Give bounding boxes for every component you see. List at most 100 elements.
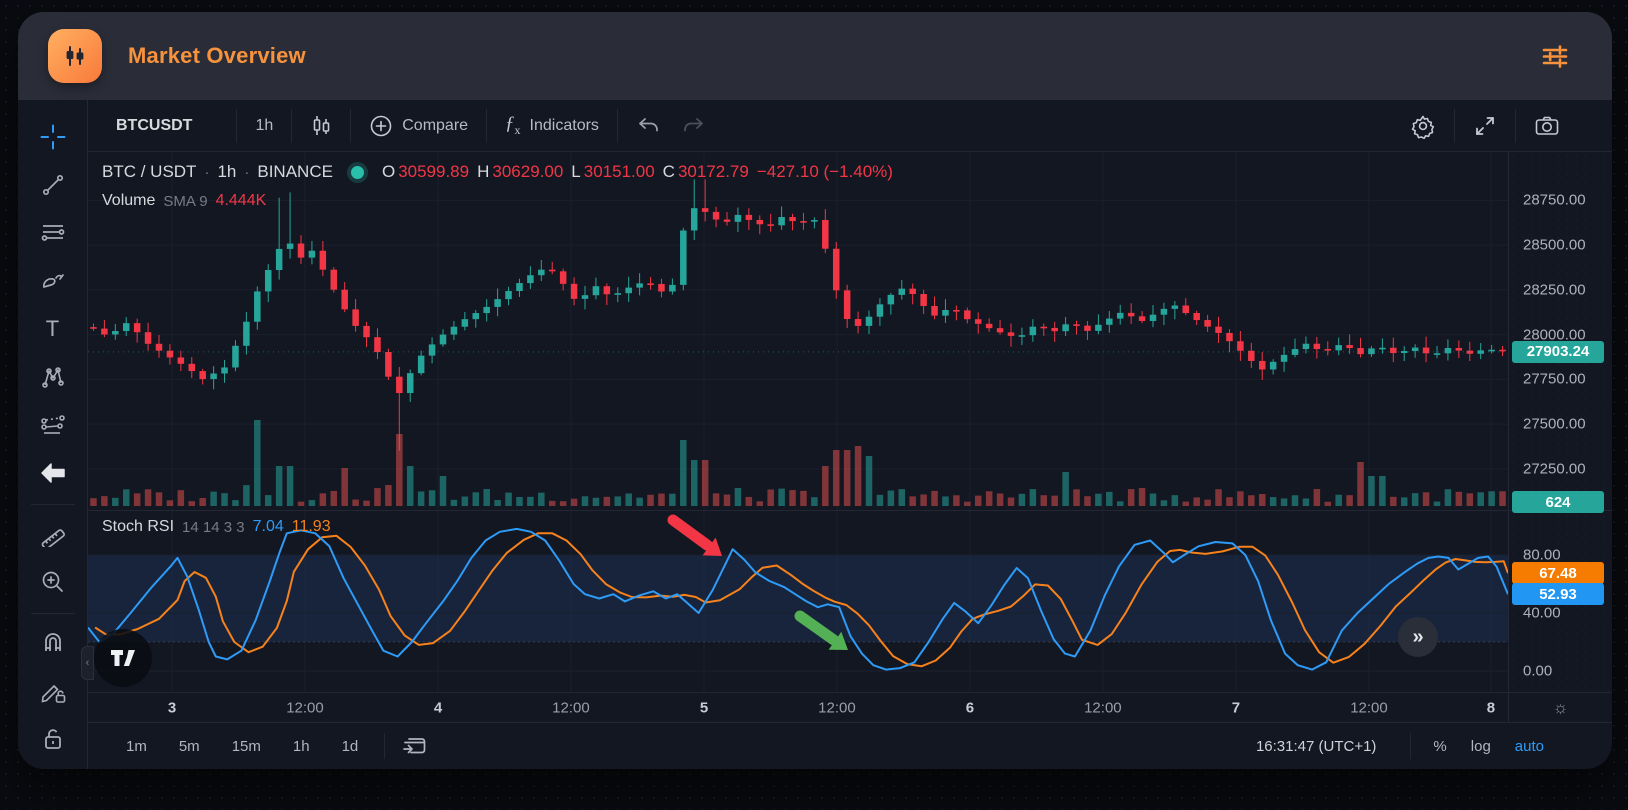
crosshair-tool[interactable]: [34, 118, 72, 156]
time-axis[interactable]: 312:00412:00512:00612:00712:008 ☼: [88, 692, 1612, 722]
candle-body: [1499, 350, 1506, 352]
volume-bar: [1073, 489, 1080, 506]
chart-region[interactable]: BTC / USDT · 1h · BINANCE O30599.89 H306…: [88, 152, 1612, 692]
stoch-rsi-pane-canvas[interactable]: [88, 510, 1508, 692]
volume-bar: [625, 493, 632, 506]
volume-bar: [440, 476, 447, 506]
candle-body: [276, 249, 283, 270]
back-arrow-tool[interactable]: [34, 454, 72, 492]
candle-body: [1303, 344, 1310, 349]
volume-bar: [1084, 496, 1091, 506]
volume-bar: [1237, 491, 1244, 506]
interval-5m-button[interactable]: 5m: [170, 732, 209, 761]
price-axis-label: 28500.00: [1523, 237, 1586, 254]
price-pane-canvas[interactable]: [88, 152, 1508, 510]
volume-bar: [1445, 489, 1452, 506]
goto-date-button[interactable]: [395, 729, 433, 763]
chart-style-button[interactable]: [292, 109, 350, 143]
candle-body: [1423, 348, 1430, 354]
volume-bar: [1270, 497, 1277, 506]
volume-bar: [156, 492, 163, 506]
volume-bar: [942, 496, 949, 506]
change-value: −427.10 (−1.40%): [757, 162, 893, 182]
percent-scale-button[interactable]: %: [1421, 733, 1458, 760]
indicators-button[interactable]: ƒx Indicators: [487, 109, 617, 143]
chart-settings-button[interactable]: [1392, 109, 1454, 143]
volume-bar: [571, 499, 578, 506]
brush-tool[interactable]: [34, 262, 72, 300]
time-axis-day-label: 5: [700, 700, 708, 717]
clock[interactable]: 16:31:47 (UTC+1): [1256, 738, 1376, 755]
symbol-button[interactable]: BTCUSDT: [88, 109, 236, 143]
time-axis-day-label: 7: [1232, 700, 1240, 717]
stoch-rsi-legend[interactable]: Stoch RSI 14 14 3 3 7.04 11.93: [102, 518, 331, 536]
volume-bar: [1401, 497, 1408, 506]
zoom-in-tool[interactable]: [34, 563, 72, 601]
interval-15m-button[interactable]: 15m: [223, 732, 270, 761]
undo-button[interactable]: [618, 109, 678, 143]
indicator-more-button[interactable]: »: [1398, 617, 1438, 657]
candle-body: [1041, 327, 1048, 329]
candle-body: [582, 295, 589, 299]
symbol-legend[interactable]: BTC / USDT · 1h · BINANCE O30599.89 H306…: [102, 162, 893, 182]
trend-line-tool[interactable]: [34, 166, 72, 204]
price-axis[interactable]: 28750.0028500.0028250.0028000.0027750.00…: [1508, 152, 1612, 692]
chart-plot-area[interactable]: BTC / USDT · 1h · BINANCE O30599.89 H306…: [88, 152, 1508, 692]
candle-body: [1139, 316, 1146, 321]
volume-bar: [549, 501, 556, 506]
volume-bar: [418, 491, 425, 506]
snapshot-button[interactable]: [1516, 109, 1578, 143]
log-scale-button[interactable]: log: [1459, 733, 1503, 760]
volume-bar: [757, 501, 764, 506]
volume-bar: [931, 491, 938, 506]
volume-value: 4.444K: [216, 192, 267, 210]
candle-body: [1281, 355, 1288, 362]
ruler-tool[interactable]: [34, 515, 72, 553]
calendar-goto-icon: [401, 734, 427, 758]
lock-drawings-tool[interactable]: [34, 672, 72, 710]
interval-button[interactable]: 1h: [237, 109, 291, 143]
interval-1m-button[interactable]: 1m: [117, 732, 156, 761]
candle-body: [418, 356, 425, 374]
widget-settings-sliders-icon[interactable]: [1540, 41, 1570, 71]
pattern-tool[interactable]: [34, 358, 72, 396]
fullscreen-button[interactable]: [1455, 109, 1515, 143]
volume-bar: [975, 496, 982, 506]
time-axis-day-label: 4: [434, 700, 442, 717]
high-value: 30629.00: [492, 162, 563, 182]
open-value: 30599.89: [398, 162, 469, 182]
forecast-tool[interactable]: [34, 406, 72, 444]
volume-bar: [1172, 495, 1179, 506]
candle-body: [604, 286, 611, 294]
interval-1d-button[interactable]: 1d: [333, 732, 368, 761]
lock-all-tool[interactable]: [34, 720, 72, 758]
volume-bar: [1259, 494, 1266, 506]
volume-bar: [1379, 476, 1386, 506]
fib-lines-tool[interactable]: [34, 214, 72, 252]
volume-bar: [855, 446, 862, 506]
compare-button[interactable]: Compare: [351, 109, 486, 143]
app-logo: [48, 29, 102, 83]
market-overview-widget: Market Overview: [18, 12, 1612, 769]
candle-body: [1467, 351, 1474, 354]
redo-button[interactable]: [678, 109, 724, 143]
interval-1h-button[interactable]: 1h: [284, 732, 319, 761]
text-tool[interactable]: T: [34, 310, 72, 348]
pane-divider[interactable]: [88, 510, 1612, 511]
fx-icon: ƒx: [505, 113, 521, 138]
candle-body: [942, 310, 949, 316]
magnet-tool[interactable]: [34, 624, 72, 662]
candle-body: [833, 249, 840, 291]
auto-scale-button[interactable]: auto: [1503, 733, 1556, 760]
candle-body: [560, 271, 567, 284]
tradingview-logo[interactable]: [94, 629, 152, 687]
candle-body: [767, 224, 774, 226]
axis-settings-sun-icon[interactable]: ☼: [1553, 698, 1569, 718]
volume-bar: [1161, 500, 1168, 506]
widget-header: Market Overview: [18, 12, 1612, 100]
volume-bar: [396, 434, 403, 506]
candle-body: [986, 324, 993, 328]
volume-bar: [232, 500, 239, 506]
sidebar-divider: [31, 504, 75, 505]
volume-legend[interactable]: Volume SMA 9 4.444K: [102, 192, 266, 210]
